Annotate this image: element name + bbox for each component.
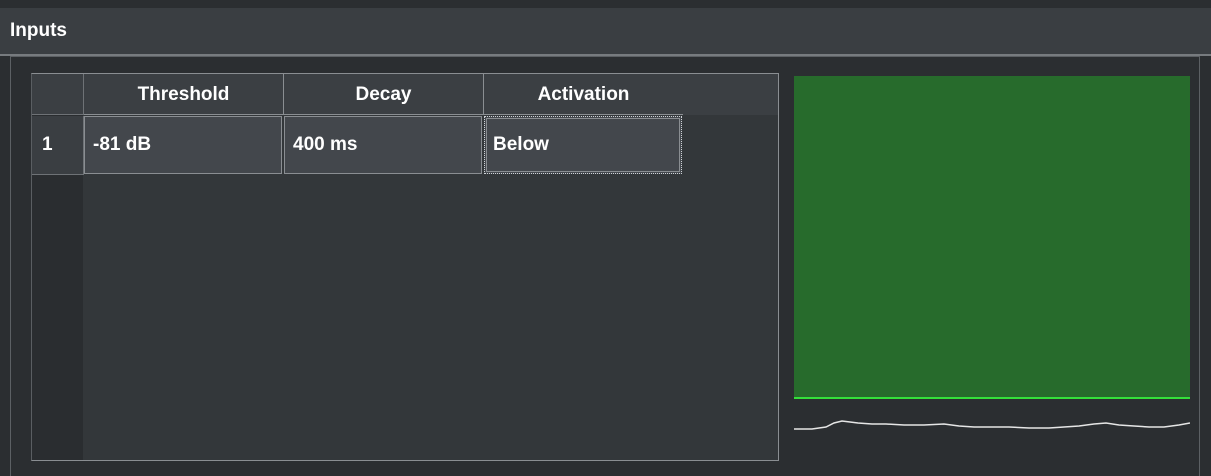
inputs-panel: Inputs Threshold Decay Activation 1 -81 … bbox=[0, 0, 1211, 476]
column-header-threshold[interactable]: Threshold bbox=[84, 74, 284, 115]
waveform-line bbox=[794, 420, 1190, 430]
panel-title-bar: Inputs bbox=[0, 8, 1211, 56]
panel-title: Inputs bbox=[10, 20, 67, 41]
row-header-1[interactable]: 1 bbox=[32, 116, 84, 175]
column-header-decay[interactable]: Decay bbox=[284, 74, 484, 115]
cell-activation[interactable]: Below bbox=[484, 116, 682, 174]
threshold-line[interactable] bbox=[794, 397, 1190, 399]
cell-threshold[interactable]: -81 dB bbox=[84, 116, 282, 174]
level-meter bbox=[794, 76, 1190, 398]
column-header-activation[interactable]: Activation bbox=[484, 74, 684, 115]
table-corner bbox=[32, 74, 84, 115]
column-header-filler bbox=[683, 74, 778, 115]
waveform-display bbox=[794, 420, 1190, 430]
cell-decay[interactable]: 400 ms bbox=[284, 116, 482, 174]
